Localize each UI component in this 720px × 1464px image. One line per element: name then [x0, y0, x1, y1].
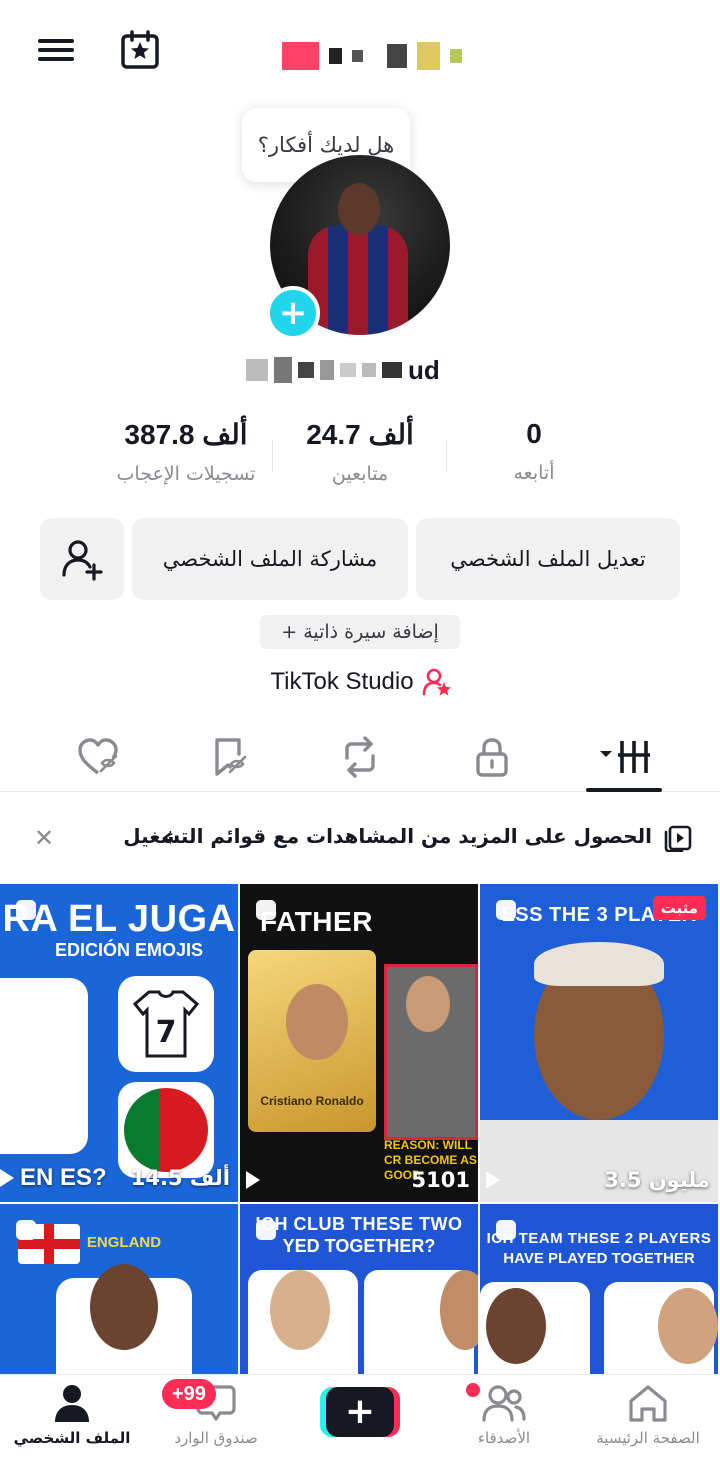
nav-profile[interactable]: الملف الشخصي	[2, 1383, 142, 1461]
nav-friends-label: الأصدقاء	[477, 1429, 531, 1447]
video-views: 3.5 مليون	[486, 1168, 710, 1192]
lock-icon	[476, 738, 508, 777]
add-bio-label: + إضافة سيرة ذاتية	[281, 621, 439, 643]
share-profile-button[interactable]: مشاركة الملف الشخصي	[132, 518, 408, 600]
video-view-count: 3.5 مليون	[604, 1168, 710, 1192]
stat-following-label: أتابعه	[513, 462, 555, 484]
repost-icon	[345, 736, 375, 778]
nav-profile-label: الملف الشخصي	[13, 1429, 131, 1447]
select-checkbox[interactable]	[256, 1220, 276, 1240]
account-switcher[interactable]	[282, 36, 462, 76]
svg-text:7: 7	[156, 1015, 177, 1050]
edit-profile-button[interactable]: تعديل الملف الشخصي	[416, 518, 680, 600]
play-icon	[486, 1171, 500, 1189]
add-bio-button[interactable]: + إضافة سيرة ذاتية	[260, 615, 460, 649]
stat-likes[interactable]: 387.8 ألف تسجيلات الإعجاب	[96, 418, 276, 485]
blurred-username	[282, 42, 319, 70]
tiktok-studio-link[interactable]: TikTok Studio	[256, 664, 466, 700]
select-checkbox[interactable]	[16, 1220, 36, 1240]
menu-button[interactable]	[32, 26, 80, 74]
stat-following[interactable]: 0 أتابعه	[444, 418, 624, 484]
active-tab-indicator	[586, 788, 662, 792]
stat-followers[interactable]: 24.7 ألف متابعين	[270, 418, 450, 485]
video-tag: EN ES?	[20, 1164, 107, 1191]
stat-following-value: 0	[526, 418, 542, 449]
profile-handle: ud	[246, 352, 476, 388]
tiktok-studio-label: TikTok Studio	[270, 668, 414, 695]
handle-suffix: ud	[408, 354, 440, 385]
calendar-button[interactable]	[116, 26, 164, 74]
video-headline: FATHER	[260, 906, 373, 937]
plus-icon: +	[326, 1387, 394, 1437]
nav-friends[interactable]: الأصدقاء	[434, 1383, 574, 1461]
playlist-icon	[664, 825, 692, 852]
select-checkbox[interactable]	[256, 900, 276, 920]
share-profile-label: مشاركة الملف الشخصي	[162, 547, 378, 571]
pinned-badge: مثبت	[652, 896, 706, 920]
create-button[interactable]: +	[320, 1387, 400, 1437]
inbox-badge: +99	[162, 1379, 216, 1409]
grid-videos-icon	[600, 741, 650, 773]
tab-liked[interactable]	[68, 732, 128, 782]
video-view-count: 14.5 ألف	[130, 1166, 230, 1190]
video-subtitle: Cristiano Ronaldo	[260, 1094, 364, 1108]
playlist-banner-text: الحصول على المزيد من المشاهدات مع قوائم …	[123, 824, 652, 848]
video-view-count: 5101	[411, 1168, 470, 1192]
edit-profile-label: تعديل الملف الشخصي	[450, 547, 646, 571]
bookmark-hidden-icon	[215, 738, 247, 776]
nav-home[interactable]: الصفحة الرئيسية	[578, 1383, 718, 1461]
video-tile[interactable]: ENGLAND	[0, 1204, 238, 1374]
video-tile[interactable]: RA EL JUGA EDICIÓN EMOJIS 7 EN ES? 14.5 …	[0, 884, 238, 1202]
video-tile[interactable]: FATHER Cristiano Ronaldo REASON: WILL CR…	[240, 884, 478, 1202]
friends-notification-dot	[466, 1383, 480, 1397]
select-checkbox[interactable]	[16, 900, 36, 920]
stat-followers-label: متابعين	[331, 463, 389, 485]
video-subtitle: ENGLAND	[86, 1234, 162, 1251]
tab-reposts[interactable]	[330, 732, 390, 782]
video-tile[interactable]: ICH CLUB THESE TWO YED TOGETHER?	[240, 1204, 478, 1374]
profile-icon	[55, 1385, 89, 1422]
video-tile[interactable]: ESS THE 3 PLAYER مثبت 3.5 مليون	[480, 884, 718, 1202]
tab-private[interactable]	[462, 732, 522, 782]
video-subtitle: YED TOGETHER?	[282, 1236, 436, 1256]
video-subtitle: HAVE PLAYED TOGETHER	[503, 1250, 695, 1267]
add-avatar-button[interactable]: +	[266, 286, 320, 340]
ideas-bubble-text: هل لديك أفكار؟	[257, 133, 395, 157]
tab-videos[interactable]	[586, 732, 662, 782]
add-user-icon	[62, 540, 103, 581]
play-icon	[246, 1171, 260, 1189]
add-friend-button[interactable]	[40, 518, 124, 600]
video-grid: RA EL JUGA EDICIÓN EMOJIS 7 EN ES? 14.5 …	[0, 884, 720, 1374]
select-checkbox[interactable]	[496, 900, 516, 920]
play-icon	[0, 1169, 14, 1187]
video-subtitle: EDICIÓN EMOJIS	[54, 940, 204, 960]
video-views: EN ES? 14.5 ألف	[0, 1164, 230, 1192]
hamburger-menu-icon	[38, 34, 74, 66]
stat-likes-label: تسجيلات الإعجاب	[116, 463, 256, 485]
profile-tabs	[0, 724, 720, 792]
tab-favorites[interactable]	[200, 732, 260, 782]
nav-home-label: الصفحة الرئيسية	[596, 1429, 700, 1447]
creator-star-icon	[422, 668, 451, 696]
select-checkbox[interactable]	[496, 1220, 516, 1240]
bottom-navigation: الصفحة الرئيسية الأصدقاء + صندوق الوارد …	[0, 1374, 720, 1464]
video-views: 5101	[246, 1168, 470, 1192]
home-icon	[629, 1385, 667, 1422]
close-icon[interactable]: ✕	[34, 824, 54, 852]
playlist-banner[interactable]: ✕ ‹ الحصول على المزيد من المشاهدات مع قو…	[0, 800, 720, 874]
friends-icon	[482, 1385, 526, 1422]
heart-hidden-icon	[78, 738, 118, 775]
calendar-star-icon	[121, 30, 159, 69]
video-tile[interactable]: ICH TEAM THESE 2 PLAYERS HAVE PLAYED TOG…	[480, 1204, 718, 1374]
stat-followers-value: 24.7 ألف	[306, 419, 414, 450]
stat-likes-value: 387.8 ألف	[124, 419, 248, 450]
nav-inbox-label: صندوق الوارد	[174, 1429, 258, 1447]
